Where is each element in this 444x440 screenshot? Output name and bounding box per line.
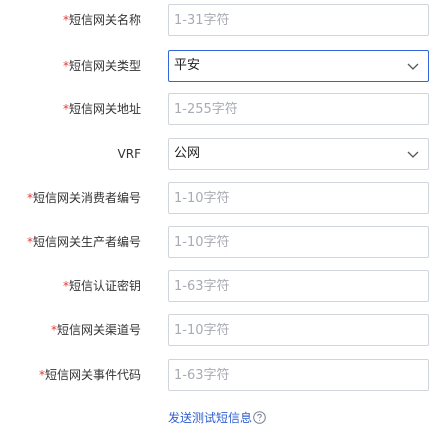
chevron-down-icon xyxy=(406,147,420,161)
auth-key-label: *短信认证密钥 xyxy=(62,279,141,293)
row-producer-id: *短信网关生产者编号 xyxy=(0,225,444,259)
channel-id-field-box xyxy=(168,314,429,346)
vrf-select[interactable]: 公网 xyxy=(168,138,429,170)
event-code-label: *短信网关事件代码 xyxy=(38,368,141,382)
gateway-address-input[interactable] xyxy=(169,94,414,124)
channel-id-input[interactable] xyxy=(169,315,414,345)
row-gateway-type: *短信网关类型 平安 xyxy=(0,49,444,83)
question-circle-icon[interactable] xyxy=(253,409,266,424)
row-consumer-id: *短信网关消费者编号 xyxy=(0,181,444,215)
row-vrf: VRF 公网 xyxy=(0,137,444,171)
row-gateway-address: *短信网关地址 xyxy=(0,92,444,126)
send-test-sms-link[interactable]: 发送测试短信息 xyxy=(168,411,252,425)
producer-id-field-box xyxy=(168,226,429,258)
row-event-code: *短信网关事件代码 xyxy=(0,358,444,392)
gateway-type-label: *短信网关类型 xyxy=(62,59,141,73)
vrf-value: 公网 xyxy=(174,146,201,161)
gateway-address-field-box xyxy=(168,93,429,125)
gateway-name-input[interactable] xyxy=(169,5,414,35)
chevron-down-icon xyxy=(406,59,420,73)
event-code-input[interactable] xyxy=(169,360,414,390)
gateway-type-select[interactable]: 平安 xyxy=(168,50,429,82)
vrf-label: VRF xyxy=(117,147,141,161)
consumer-id-label: *短信网关消费者编号 xyxy=(26,191,141,205)
gateway-name-label: *短信网关名称 xyxy=(62,13,141,27)
gateway-address-label: *短信网关地址 xyxy=(62,102,141,116)
consumer-id-field-box xyxy=(168,182,429,214)
row-auth-key: *短信认证密钥 xyxy=(0,269,444,303)
consumer-id-input[interactable] xyxy=(169,183,414,213)
row-channel-id: *短信网关渠道号 xyxy=(0,313,444,347)
sms-gateway-form: *短信网关名称 *短信网关类型 平安 *短信网关地址 VRF 公网 *短信网关消… xyxy=(0,0,444,440)
producer-id-input[interactable] xyxy=(169,227,414,257)
gateway-type-value: 平安 xyxy=(174,58,201,73)
auth-key-field-box xyxy=(168,270,429,302)
row-gateway-name: *短信网关名称 xyxy=(0,3,444,37)
producer-id-label: *短信网关生产者编号 xyxy=(26,235,141,249)
gateway-name-field-box xyxy=(168,4,429,36)
auth-key-input[interactable] xyxy=(169,271,414,301)
send-test-row: 发送测试短信息 xyxy=(168,407,266,429)
event-code-field-box xyxy=(168,359,429,391)
channel-id-label: *短信网关渠道号 xyxy=(50,323,141,337)
